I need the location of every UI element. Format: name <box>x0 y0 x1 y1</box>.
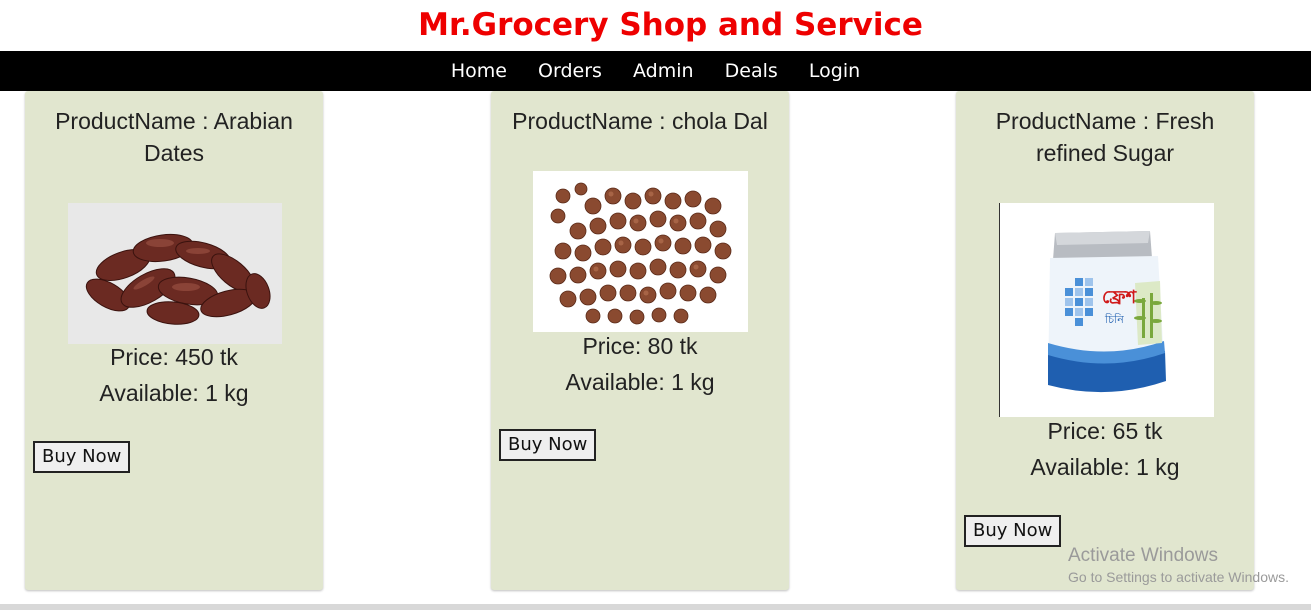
chickpeas-image <box>533 171 748 332</box>
dates-image <box>68 203 282 344</box>
product-card: ProductName : Fresh refined Sugar ফ্রেশ … <box>956 91 1254 590</box>
nav-home[interactable]: Home <box>451 51 507 91</box>
nav-admin[interactable]: Admin <box>633 51 694 91</box>
product-availability: Available: 1 kg <box>99 380 249 406</box>
sugar-brand-text: ফ্রেশ <box>1102 287 1138 308</box>
product-card: ProductName : Arabian Dates Price: 450 t… <box>25 91 323 590</box>
product-price: Price: 65 tk <box>1047 418 1163 444</box>
nav-deals[interactable]: Deals <box>725 51 778 91</box>
product-name: ProductName : Fresh refined Sugar <box>995 108 1215 166</box>
product-name: ProductName : Arabian Dates <box>55 108 293 166</box>
watermark-title: Activate Windows <box>1068 545 1218 566</box>
nav-orders[interactable]: Orders <box>538 51 602 91</box>
watermark-subtitle: Go to Settings to activate Windows. <box>1068 569 1289 585</box>
navbar: Home Orders Admin Deals Login <box>0 51 1311 91</box>
nav-login[interactable]: Login <box>809 51 860 91</box>
sugar-subtitle-text: চিনি <box>1104 313 1124 326</box>
site-title: Mr.Grocery Shop and Service <box>418 7 923 43</box>
sugar-pack-image: ফ্রেশ চিনি <box>999 203 1214 417</box>
buy-now-button[interactable]: Buy Now <box>33 441 131 473</box>
product-name: ProductName : chola Dal <box>512 108 768 134</box>
product-price: Price: 450 tk <box>110 344 238 370</box>
product-card: ProductName : chola Dal Price: 80 tk Ava… <box>491 91 789 590</box>
horizontal-scrollbar[interactable] <box>0 604 1311 610</box>
product-availability: Available: 1 kg <box>565 369 715 395</box>
buy-now-button[interactable]: Buy Now <box>499 429 597 461</box>
product-availability: Available: 1 kg <box>1030 454 1180 480</box>
buy-now-button[interactable]: Buy Now <box>964 515 1062 547</box>
activate-windows-watermark: Activate Windows Go to Settings to activ… <box>1068 545 1289 587</box>
product-price: Price: 80 tk <box>582 333 698 359</box>
